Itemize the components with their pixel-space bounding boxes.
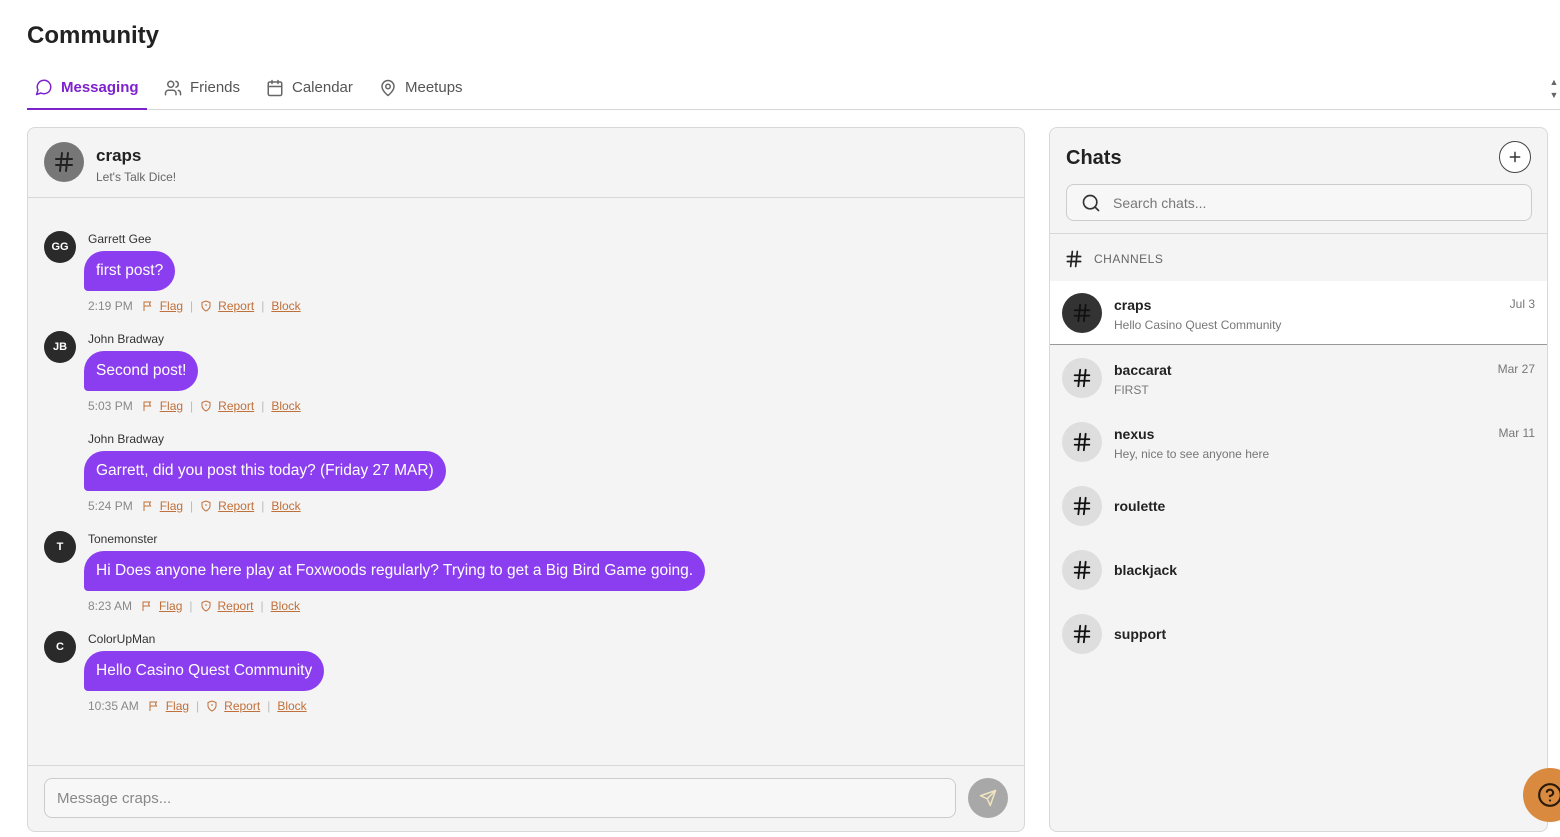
users-icon: [164, 80, 182, 95]
channel-item-craps[interactable]: craps Hello Casino Quest Community Jul 3: [1050, 281, 1547, 345]
channel-date: Mar 11: [1498, 426, 1535, 440]
tab-meetups[interactable]: Meetups: [379, 66, 463, 109]
channel-description: Let's Talk Dice!: [96, 170, 177, 184]
message-item: GG Garrett Gee first post? 2:19 PM Flag …: [28, 198, 1024, 313]
channel-preview: Hello Casino Quest Community: [1114, 318, 1282, 332]
chats-panel: Chats CHANNELS craps Hello Casino Quest …: [1049, 127, 1548, 832]
message-bubble: Second post!: [84, 351, 199, 391]
message-author: Tonemonster: [88, 532, 158, 546]
message-meta: 10:35 AM Flag | Report | Block: [88, 699, 307, 713]
message-bubble: Hello Casino Quest Community: [84, 651, 325, 691]
new-chat-button[interactable]: [1499, 141, 1531, 173]
channel-avatar: [1062, 486, 1102, 526]
message-author: John Bradway: [88, 332, 165, 346]
block-link[interactable]: Block: [277, 699, 306, 713]
channels-section-label: CHANNELS: [1064, 249, 1163, 269]
channel-name: nexus: [1114, 426, 1155, 442]
avatar[interactable]: JB: [44, 331, 76, 363]
send-icon: [979, 789, 997, 807]
map-pin-icon: [381, 79, 395, 96]
message-item: T Tonemonster Hi Does anyone here play a…: [28, 498, 1024, 613]
message-item: John Bradway Garrett, did you post this …: [28, 398, 1024, 513]
divider: [1050, 233, 1547, 234]
message-author: ColorUpMan: [88, 632, 156, 646]
channel-name: craps: [1114, 297, 1152, 313]
message-item: JB John Bradway Second post! 5:03 PM Fla…: [28, 298, 1024, 413]
help-circle-icon: [1538, 783, 1560, 807]
tab-bar: Messaging Friends Calendar Meetups: [27, 66, 1560, 110]
plus-icon: [1509, 151, 1521, 163]
avatar[interactable]: GG: [44, 231, 76, 263]
channel-avatar: [1062, 550, 1102, 590]
tabs-scroll-arrows[interactable]: ▲ ▼: [1548, 76, 1560, 102]
calendar-icon: [267, 79, 283, 96]
message-bubble: first post?: [84, 251, 176, 291]
channel-item-baccarat[interactable]: baccarat FIRST Mar 27: [1050, 346, 1547, 410]
channel-name: craps: [96, 146, 142, 165]
search-box: [1066, 184, 1532, 221]
report-link[interactable]: Report: [224, 699, 260, 713]
avatar[interactable]: C: [44, 631, 76, 663]
hash-icon: [1073, 560, 1091, 580]
channel-name: baccarat: [1114, 362, 1172, 378]
hash-icon: [1073, 432, 1091, 452]
send-button[interactable]: [968, 778, 1008, 818]
hash-icon: [55, 152, 73, 172]
message-author: Garrett Gee: [88, 232, 152, 246]
tab-label: Messaging: [61, 78, 139, 96]
channel-preview: Hey, nice to see anyone here: [1114, 447, 1270, 461]
tab-label: Friends: [190, 79, 241, 96]
channel-avatar: [1062, 293, 1102, 333]
hash-icon: [1073, 303, 1091, 323]
channel-name: support: [1114, 626, 1167, 642]
chats-title: Chats: [1066, 147, 1122, 169]
page-title: Community: [27, 22, 159, 49]
separator: |: [267, 699, 271, 713]
search-input[interactable]: [1113, 185, 1513, 220]
tab-label: Meetups: [405, 79, 463, 96]
chat-panel: craps Let's Talk Dice! GG Garrett Gee fi…: [27, 127, 1025, 832]
channel-item-support[interactable]: support: [1050, 602, 1547, 666]
tab-friends[interactable]: Friends: [164, 66, 240, 109]
hash-icon: [1073, 496, 1091, 516]
tab-label: Calendar: [292, 79, 353, 96]
message-circle-icon: [35, 79, 52, 96]
channel-item-nexus[interactable]: nexus Hey, nice to see anyone here Mar 1…: [1050, 410, 1547, 474]
flag-link[interactable]: Flag: [166, 699, 189, 713]
message-list[interactable]: GG Garrett Gee first post? 2:19 PM Flag …: [28, 198, 1024, 765]
message-item: C ColorUpMan Hello Casino Quest Communit…: [28, 598, 1024, 713]
separator: |: [196, 699, 200, 713]
hash-icon: [1066, 250, 1082, 268]
hash-icon: [1073, 624, 1091, 644]
message-author: John Bradway: [88, 432, 165, 446]
channel-item-roulette[interactable]: roulette: [1050, 474, 1547, 538]
hash-icon: [1073, 368, 1091, 388]
channel-name: blackjack: [1114, 562, 1178, 578]
shield-icon: [207, 700, 217, 712]
channel-date: Mar 27: [1497, 362, 1535, 376]
message-bubble: Garrett, did you post this today? (Frida…: [84, 451, 446, 491]
message-bubble: Hi Does anyone here play at Foxwoods reg…: [84, 551, 706, 591]
tab-calendar[interactable]: Calendar: [266, 66, 353, 109]
channel-avatar: [1062, 422, 1102, 462]
section-label-text: CHANNELS: [1094, 252, 1164, 266]
channel-date: Jul 3: [1509, 297, 1535, 311]
message-input[interactable]: [44, 778, 956, 818]
channel-avatar: [1062, 614, 1102, 654]
channel-avatar: [1062, 358, 1102, 398]
message-composer: [28, 765, 1024, 831]
message-time: 10:35 AM: [88, 699, 139, 713]
channel-item-blackjack[interactable]: blackjack: [1050, 538, 1547, 602]
flag-icon: [149, 701, 158, 711]
channel-preview: FIRST: [1114, 383, 1149, 397]
tab-messaging[interactable]: Messaging: [27, 66, 147, 110]
search-icon: [1082, 194, 1100, 212]
channel-name: roulette: [1114, 498, 1166, 514]
chat-header: craps Let's Talk Dice!: [28, 128, 1024, 198]
channel-avatar: [44, 142, 84, 182]
avatar[interactable]: T: [44, 531, 76, 563]
